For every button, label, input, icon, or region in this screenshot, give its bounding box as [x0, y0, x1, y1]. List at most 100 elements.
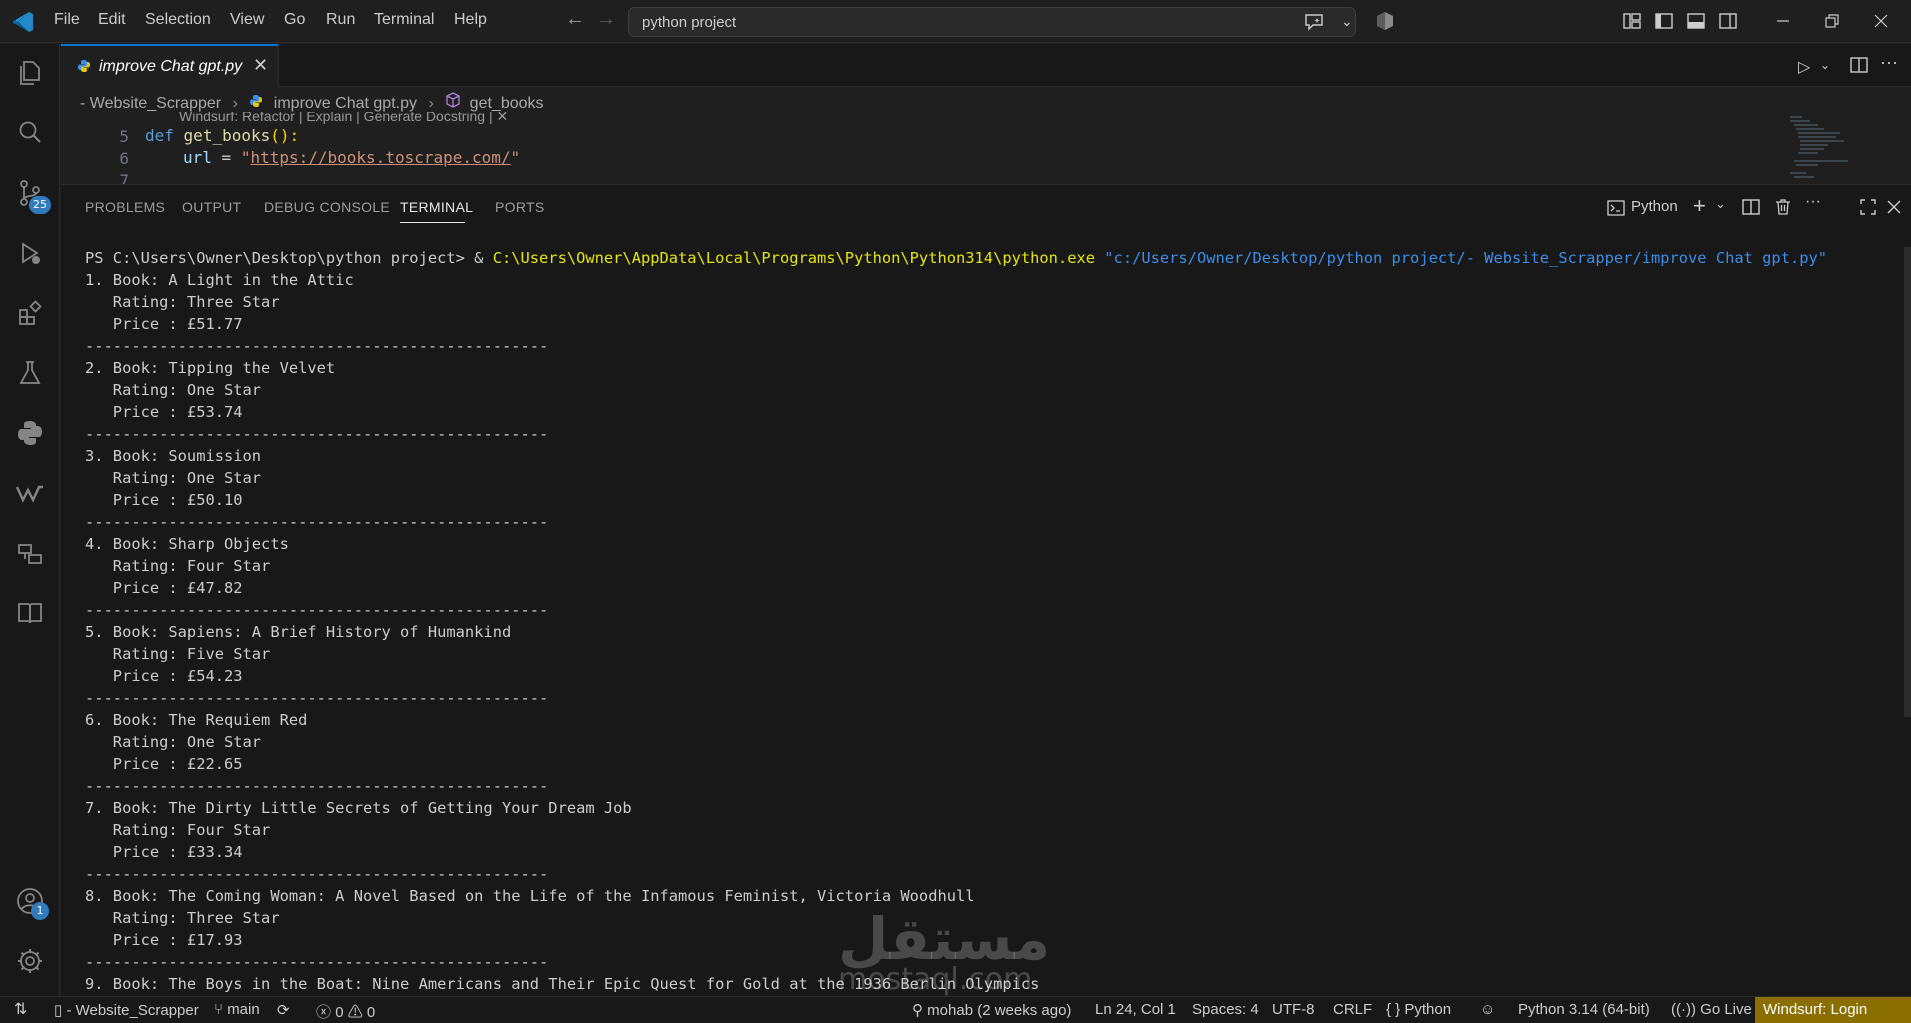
status-encoding[interactable]: UTF-8 [1272, 1001, 1315, 1018]
menu-selection[interactable]: Selection [145, 11, 211, 29]
status-branch-label: main [227, 1001, 260, 1018]
status-position[interactable]: Ln 24, Col 1 [1095, 1001, 1176, 1018]
menu-file[interactable]: File [54, 11, 80, 29]
code-line-5[interactable]: def get_books(): [145, 126, 299, 145]
line-number: 6 [119, 149, 129, 168]
tab-debug-console[interactable]: DEBUG CONSOLE [264, 199, 390, 215]
menu-run[interactable]: Run [326, 11, 355, 29]
minimap[interactable] [1788, 114, 1868, 184]
book-title: 3. Book: Soumission [85, 447, 262, 465]
restore-icon[interactable] [1822, 11, 1842, 31]
vscode-logo-icon[interactable] [10, 9, 36, 35]
split-terminal-icon[interactable] [1741, 197, 1761, 217]
book-title: 1. Book: A Light in the Attic [85, 271, 354, 289]
book-rating: Rating: One Star [85, 469, 262, 487]
status-language[interactable]: { } Python [1386, 1001, 1451, 1018]
tab-problems[interactable]: PROBLEMS [85, 199, 165, 215]
book-price: Price : £33.34 [85, 843, 243, 861]
toggle-panel-icon[interactable] [1686, 11, 1706, 31]
terminal-command-line: PS C:\Users\Owner\Desktop\python project… [85, 247, 1845, 269]
status-folder[interactable]: ▯ - Website_Scrapper [54, 1001, 199, 1019]
breadcrumb-symbol[interactable]: get_books [470, 95, 544, 113]
chevron-down-icon[interactable]: ⌄ [1715, 196, 1735, 216]
book-price: Price : £47.82 [85, 579, 243, 597]
maximize-panel-icon[interactable] [1858, 197, 1878, 217]
customize-layout-icon[interactable] [1622, 11, 1642, 31]
split-editor-icon[interactable] [1849, 56, 1869, 74]
terminal-output[interactable]: PS C:\Users\Owner\Desktop\python project… [85, 247, 1845, 997]
menu-edit[interactable]: Edit [98, 11, 126, 29]
terminal-scrollbar[interactable] [1904, 247, 1911, 717]
chevron-down-icon[interactable]: ⌄ [1341, 13, 1353, 30]
tab-terminal[interactable]: TERMINAL [400, 199, 473, 215]
menu-view[interactable]: View [230, 11, 264, 29]
status-warnings: 0 [366, 1004, 376, 1021]
bottom-panel: PROBLEMS OUTPUT DEBUG CONSOLE TERMINAL P… [61, 184, 1911, 996]
keyword-def: def [145, 126, 174, 145]
braces-icon: { } [1386, 1001, 1401, 1018]
terminal-exe-path: C:\Users\Owner\AppData\Local\Programs\Py… [492, 249, 1095, 267]
url-link[interactable]: https://books.toscrape.com/ [250, 148, 510, 167]
sync-icon[interactable]: ⟳ [277, 1001, 290, 1019]
copilot-status-icon[interactable]: ☺ [1480, 1001, 1495, 1018]
toggle-primary-sidebar-icon[interactable] [1654, 11, 1674, 31]
status-indent[interactable]: Spaces: 4 [1192, 1001, 1259, 1018]
minimize-icon[interactable] [1773, 11, 1793, 31]
terminal-profile-label[interactable]: Python [1631, 198, 1678, 215]
book-title: 2. Book: Tipping the Velvet [85, 359, 336, 377]
book-icon[interactable] [15, 598, 45, 628]
book-title: 7. Book: The Dirty Little Secrets of Get… [85, 799, 632, 817]
copilot-icon[interactable] [1374, 10, 1396, 32]
search-icon[interactable] [15, 118, 45, 148]
forward-arrow-icon[interactable]: → [596, 8, 616, 31]
tab-output[interactable]: OUTPUT [182, 199, 241, 215]
tab-close-icon[interactable]: ✕ [253, 55, 268, 76]
terminal-icon [1607, 200, 1625, 216]
close-window-icon[interactable] [1871, 11, 1891, 31]
menu-go[interactable]: Go [284, 11, 305, 29]
run-debug-icon[interactable] [15, 238, 45, 268]
close-panel-icon[interactable] [1884, 197, 1904, 217]
status-eol[interactable]: CRLF [1333, 1001, 1372, 1018]
code-line-6[interactable]: url = "https://books.toscrape.com/" [183, 148, 520, 167]
command-center-search[interactable]: python project ⌄ [628, 7, 1356, 37]
toggle-secondary-sidebar-icon[interactable] [1718, 11, 1738, 31]
new-terminal-plus-icon[interactable]: + [1693, 193, 1713, 218]
menu-terminal[interactable]: Terminal [374, 11, 434, 29]
separator-line: ----------------------------------------… [85, 601, 549, 619]
run-python-file-icon[interactable]: ▷ [1798, 57, 1810, 77]
python-icon[interactable] [15, 418, 45, 448]
breadcrumb-folder[interactable]: - Website_Scrapper [80, 95, 221, 113]
menu-help[interactable]: Help [454, 11, 487, 29]
testing-flask-icon[interactable] [15, 358, 45, 388]
windsurf-codelens[interactable]: Windsurf: Refactor | Explain | Generate … [179, 112, 508, 125]
settings-gear-icon[interactable] [15, 946, 45, 976]
branch-icon: ⑂ [214, 1001, 224, 1018]
tab-ports[interactable]: PORTS [495, 199, 544, 215]
code-editor[interactable]: Windsurf: Refactor | Explain | Generate … [61, 112, 1911, 184]
run-options-chevron-icon[interactable]: ⌄ [1820, 58, 1830, 72]
remote-explorer-icon[interactable] [15, 538, 45, 568]
status-blame[interactable]: ⚲ mohab (2 weeks ago) [912, 1001, 1071, 1019]
remote-indicator-icon[interactable]: ⇅ [14, 999, 27, 1019]
extensions-icon[interactable] [15, 298, 45, 328]
trash-icon[interactable] [1773, 197, 1793, 217]
book-price: Price : £53.74 [85, 403, 243, 421]
more-actions-icon[interactable]: ··· [1880, 52, 1898, 73]
status-golive[interactable]: ((·)) Go Live [1671, 1001, 1752, 1018]
editor-tab-bar: improve Chat gpt.py ✕ [61, 44, 1911, 87]
editor-tab-active[interactable]: improve Chat gpt.py ✕ [61, 44, 279, 87]
back-arrow-icon[interactable]: ← [565, 8, 585, 31]
error-icon: ⓧ [316, 1004, 332, 1021]
breadcrumb-file[interactable]: improve Chat gpt.py [274, 95, 417, 113]
more-actions-icon[interactable]: ··· [1805, 193, 1825, 213]
chat-sparkle-icon[interactable] [1304, 13, 1324, 31]
status-branch[interactable]: ⑂ main [214, 1001, 260, 1018]
book-price: Price : £22.65 [85, 755, 243, 773]
status-folder-label: - Website_Scrapper [66, 1002, 199, 1019]
status-interpreter[interactable]: Python 3.14 (64-bit) [1518, 1001, 1650, 1018]
status-problems[interactable]: ⓧ 0 ⚠ 0 [316, 1001, 375, 1022]
windsurf-login-button[interactable]: Windsurf: Login [1755, 997, 1911, 1023]
explorer-icon[interactable] [15, 58, 45, 88]
windsurf-icon[interactable] [15, 478, 45, 508]
